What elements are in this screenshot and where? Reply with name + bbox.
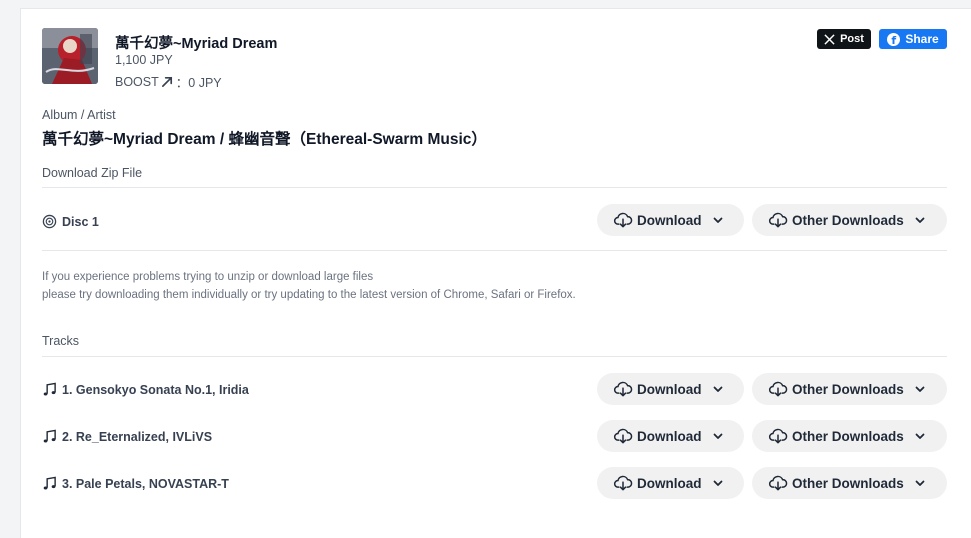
- x-post-label: Post: [840, 33, 864, 45]
- track-download-label: Download: [637, 475, 702, 491]
- track-download-button[interactable]: Download: [597, 467, 744, 499]
- disc-label-text: Disc 1: [62, 214, 99, 229]
- track-title: 2. Re_Eternalized, IVLiVS: [62, 429, 213, 444]
- album-artist-value: 萬千幻夢~Myriad Dream / 蜂幽音聲（Ethereal-Swarm …: [42, 131, 487, 148]
- cloud-download-icon: [769, 428, 788, 444]
- boost-arrow-icon: [161, 76, 172, 87]
- track-title: 3. Pale Petals, NOVASTAR-T: [62, 476, 229, 491]
- track-other-downloads-label: Other Downloads: [792, 475, 904, 491]
- chevron-down-icon: [713, 480, 722, 486]
- disc-icon: [42, 214, 57, 229]
- divider: [42, 356, 947, 357]
- divider: [42, 250, 947, 251]
- disc-label: Disc 1: [42, 214, 99, 229]
- track-label[interactable]: 2. Re_Eternalized, IVLiVS: [42, 429, 212, 444]
- album-artist-heading: Album / Artist: [42, 108, 116, 122]
- album-price: 1,100 JPY: [115, 53, 173, 67]
- facebook-share-button[interactable]: f Share: [879, 29, 947, 49]
- x-logo-icon: [824, 33, 835, 45]
- help-line-2: please try downloading them individually…: [42, 289, 576, 301]
- music-note-icon: [43, 382, 56, 396]
- track-other-downloads-label: Other Downloads: [792, 381, 904, 397]
- music-note-icon: [43, 429, 56, 443]
- chevron-down-icon: [713, 433, 722, 439]
- cloud-download-icon: [614, 381, 633, 397]
- disc-other-downloads-label: Other Downloads: [792, 212, 904, 228]
- music-note-icon: [43, 476, 56, 490]
- track-other-downloads-button[interactable]: Other Downloads: [752, 420, 947, 452]
- boost-label: BOOST: [115, 74, 159, 89]
- tracks-heading: Tracks: [42, 334, 80, 348]
- chevron-down-icon: [915, 217, 925, 223]
- help-text: If you experience problems trying to unz…: [42, 268, 576, 304]
- disc-download-button[interactable]: Download: [597, 204, 744, 236]
- zip-heading: Download Zip File: [42, 166, 143, 180]
- chevron-down-icon: [713, 217, 722, 223]
- divider: [42, 187, 947, 188]
- boost-info: BOOST ：0 JPY: [115, 72, 222, 91]
- cloud-download-icon: [614, 212, 633, 228]
- album-title: 萬千幻夢~Myriad Dream: [115, 36, 278, 52]
- track-download-label: Download: [637, 428, 702, 444]
- track-download-button[interactable]: Download: [597, 420, 744, 452]
- track-download-label: Download: [637, 381, 702, 397]
- x-post-button[interactable]: Post: [817, 29, 871, 49]
- cloud-download-icon: [769, 475, 788, 491]
- facebook-share-label: Share: [905, 32, 939, 46]
- cloud-download-icon: [614, 428, 633, 444]
- disc-other-downloads-button[interactable]: Other Downloads: [752, 204, 947, 236]
- cloud-download-icon: [769, 212, 788, 228]
- boost-value: ：0 JPY: [175, 76, 222, 90]
- track-label[interactable]: 1. Gensokyo Sonata No.1, Iridia: [42, 382, 249, 397]
- help-line-1: If you experience problems trying to unz…: [42, 271, 374, 283]
- chevron-down-icon: [915, 433, 925, 439]
- track-other-downloads-label: Other Downloads: [792, 428, 904, 444]
- disc-download-label: Download: [637, 212, 702, 228]
- album-cover[interactable]: [42, 28, 98, 84]
- album-card: 萬千幻夢~Myriad Dream 1,100 JPY BOOST ：0 JPY…: [20, 8, 971, 538]
- cloud-download-icon: [769, 381, 788, 397]
- track-other-downloads-button[interactable]: Other Downloads: [752, 373, 947, 405]
- facebook-icon: f: [887, 32, 901, 47]
- chevron-down-icon: [713, 386, 722, 392]
- track-other-downloads-button[interactable]: Other Downloads: [752, 467, 947, 499]
- chevron-down-icon: [915, 480, 925, 486]
- cloud-download-icon: [614, 475, 633, 491]
- track-title: 1. Gensokyo Sonata No.1, Iridia: [62, 382, 249, 397]
- track-download-button[interactable]: Download: [597, 373, 744, 405]
- track-label[interactable]: 3. Pale Petals, NOVASTAR-T: [42, 476, 229, 491]
- chevron-down-icon: [915, 386, 925, 392]
